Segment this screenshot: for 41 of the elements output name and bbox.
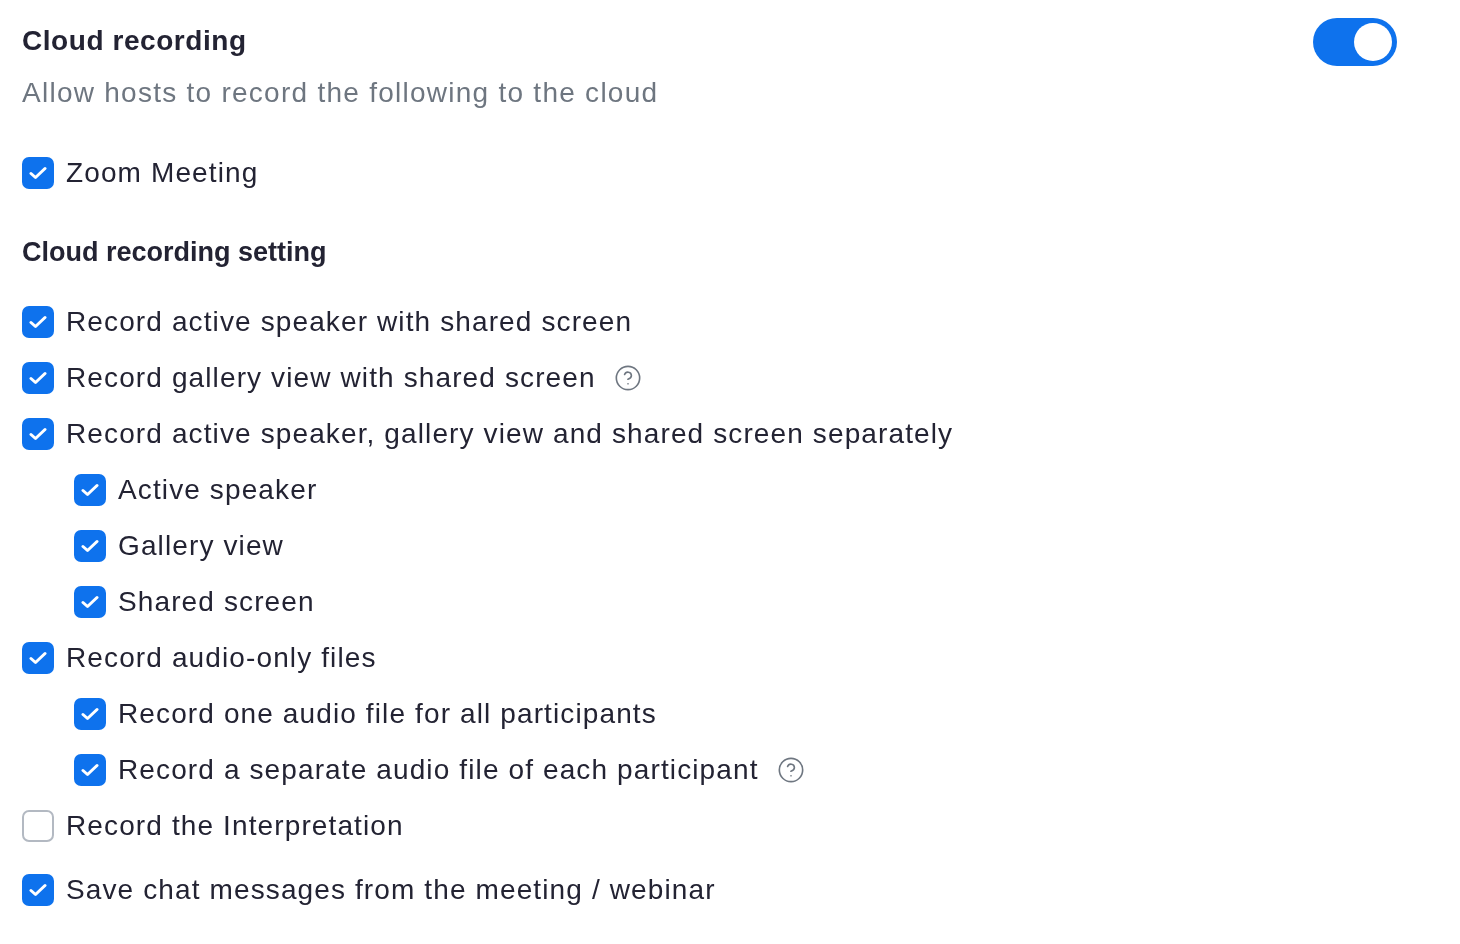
- checkmark-icon: [29, 315, 47, 329]
- option-label: Gallery view: [118, 530, 284, 562]
- option-label: Record the Interpretation: [66, 810, 404, 842]
- checkbox[interactable]: [22, 362, 54, 394]
- checkmark-icon: [29, 427, 47, 441]
- help-icon[interactable]: [776, 756, 805, 784]
- checkmark-icon: [29, 883, 47, 897]
- checkmark-icon: [81, 763, 99, 777]
- option-label: Record audio-only files: [66, 642, 377, 674]
- checkmark-icon: [29, 166, 47, 180]
- section-title: Cloud recording: [22, 24, 247, 58]
- checkbox[interactable]: [22, 810, 54, 842]
- checkbox[interactable]: [74, 754, 106, 786]
- checkbox[interactable]: [74, 698, 106, 730]
- checkmark-icon: [29, 371, 47, 385]
- help-icon[interactable]: [613, 364, 642, 392]
- option-label: Zoom Meeting: [66, 157, 259, 189]
- checkbox[interactable]: [22, 418, 54, 450]
- checkbox[interactable]: [22, 157, 54, 189]
- checkmark-icon: [29, 651, 47, 665]
- checkbox[interactable]: [74, 586, 106, 618]
- option-label: Record a separate audio file of each participant: [118, 754, 759, 786]
- subsection-title: Cloud recording setting: [22, 236, 327, 269]
- option-label: Record gallery view with shared screen: [66, 362, 596, 394]
- checkbox[interactable]: [22, 306, 54, 338]
- checkmark-icon: [81, 595, 99, 609]
- toggle-switch[interactable]: [1313, 18, 1397, 66]
- option-label: Active speaker: [118, 474, 318, 506]
- checkmark-icon: [81, 539, 99, 553]
- option-label: Record active speaker, gallery view and shared screen separately: [66, 418, 954, 450]
- option-label: Save chat messages from the meeting / webinar: [66, 874, 716, 906]
- section-description: Allow hosts to record the following to the cloud: [22, 76, 659, 110]
- checkbox[interactable]: [22, 642, 54, 674]
- option-label: Record one audio file for all participants: [118, 698, 657, 730]
- checkbox[interactable]: [74, 474, 106, 506]
- checkmark-icon: [81, 707, 99, 721]
- checkmark-icon: [81, 483, 99, 497]
- option-label: Shared screen: [118, 586, 315, 618]
- option-label: Record active speaker with shared screen: [66, 306, 633, 338]
- checkbox[interactable]: [74, 530, 106, 562]
- checkbox[interactable]: [22, 874, 54, 906]
